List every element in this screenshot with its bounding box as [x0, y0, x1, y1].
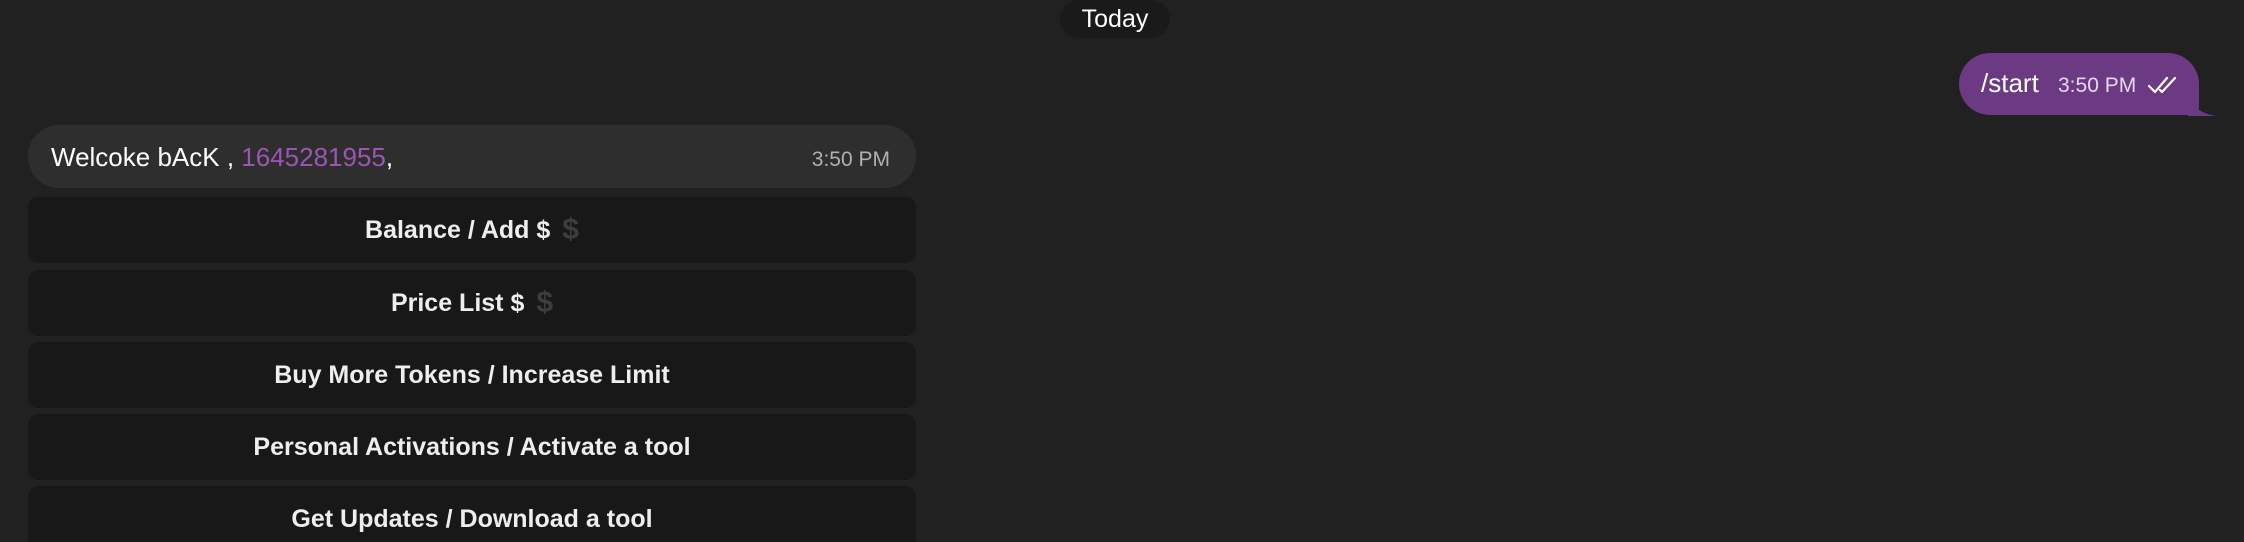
balance-add-button[interactable]: Balance / Add $ $ [28, 197, 916, 263]
get-updates-button[interactable]: Get Updates / Download a tool [28, 486, 916, 542]
incoming-message-text: Welcoke bAcK , 1645281955, [51, 142, 393, 173]
dollar-icon: $ [562, 213, 579, 246]
button-label: Personal Activations / Activate a tool [253, 432, 691, 461]
chat-view: Today /start 3:50 PM Welcoke bAcK , 1645… [0, 0, 2244, 542]
incoming-message-time: 3:50 PM [811, 148, 890, 171]
outgoing-message-text: /start [1981, 68, 2039, 98]
outgoing-message-bubble[interactable]: /start 3:50 PM [1959, 53, 2199, 115]
double-check-icon [2147, 75, 2180, 95]
button-label: Price List $ [390, 288, 525, 317]
button-label: Get Updates / Download a tool [291, 504, 653, 533]
outgoing-bubble-tail [2188, 93, 2216, 117]
date-separator: Today [1060, 0, 1170, 38]
welcome-text-suffix: , [385, 142, 394, 172]
incoming-message-bubble[interactable]: Welcoke bAcK , 1645281955, 3:50 PM [28, 125, 916, 188]
personal-activations-button[interactable]: Personal Activations / Activate a tool [28, 414, 916, 480]
price-list-button[interactable]: Price List $ $ [28, 270, 916, 336]
outgoing-message-time: 3:50 PM [2058, 74, 2137, 97]
button-label: Buy More Tokens / Increase Limit [274, 360, 670, 389]
welcome-text: Welcoke bAcK , [51, 142, 242, 172]
buy-more-tokens-button[interactable]: Buy More Tokens / Increase Limit [28, 342, 916, 408]
dollar-icon: $ [536, 286, 554, 319]
button-label: Balance / Add $ [365, 215, 551, 244]
user-id-link[interactable]: 1645281955 [241, 142, 386, 172]
